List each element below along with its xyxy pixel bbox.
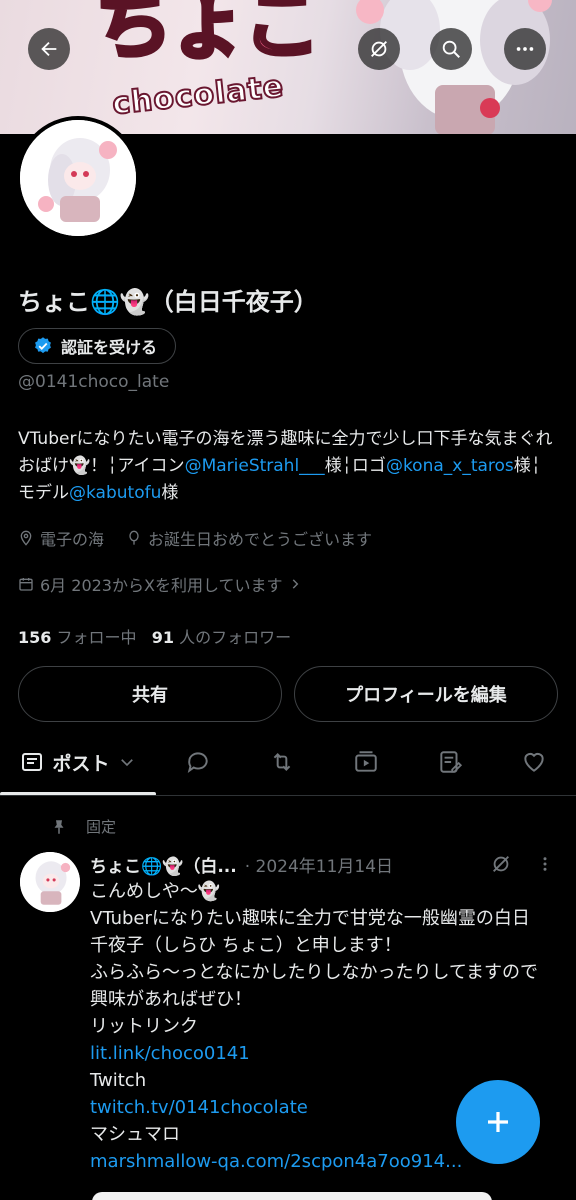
banner-logo-text: ちょこ (93, 0, 323, 70)
compose-post-button[interactable] (456, 1080, 540, 1164)
bottom-sheet-edge (92, 1192, 492, 1200)
post-line: こんめしや〜👻 (90, 881, 221, 902)
bio-mention-link[interactable]: @kabutofu (69, 483, 161, 503)
edit-profile-button[interactable]: プロフィールを編集 (294, 666, 558, 722)
post-more-icon[interactable] (536, 853, 554, 875)
share-label: 共有 (132, 685, 168, 706)
post-line: ふらふら〜っとなにかしたりしなかったりしてますので興味があればぜひ！ (90, 962, 539, 1010)
back-button[interactable] (28, 28, 70, 70)
more-options-button[interactable] (504, 28, 546, 70)
more-dots-icon (516, 47, 534, 51)
avatar-character-art (20, 852, 80, 912)
grok-icon (371, 41, 387, 57)
pinned-label: 固定 (86, 818, 117, 836)
profile-handle: @0141choco_late (18, 372, 170, 392)
article-edit-icon (440, 751, 463, 773)
profile-display-name: ちょこ🌐👻（白日千夜子） (18, 288, 318, 316)
followers-count[interactable]: 91 (152, 628, 174, 647)
profile-banner: ちょこ chocolate (0, 0, 576, 134)
profile-joined-row[interactable]: 6月 2023からXを利用しています (18, 572, 302, 596)
heart-icon (524, 752, 544, 772)
tab-reposts[interactable] (254, 734, 310, 790)
chevron-right-icon (293, 579, 299, 589)
following-count[interactable]: 156 (18, 628, 51, 647)
bio-mention-link[interactable]: @kona_x_taros (386, 456, 514, 476)
profile-bio: VTuberになりたい電子の海を漂う趣味に全力で少し口下手な気まぐれおばけ👻！╎… (18, 426, 558, 507)
grok-icon[interactable] (490, 853, 512, 875)
reply-bubble-icon (187, 752, 208, 774)
bio-mention-link[interactable]: @MarieStrahl___ (185, 456, 325, 476)
tab-replies[interactable] (170, 734, 226, 790)
tab-likes[interactable] (506, 734, 562, 790)
posts-tab-label: ポスト (52, 752, 110, 775)
tab-media[interactable] (338, 734, 394, 790)
post-date[interactable]: · 2024年11月14日 (245, 852, 393, 877)
post-link[interactable]: lit.link/choco0141 (90, 1040, 550, 1067)
search-icon (442, 40, 460, 58)
follow-counts: 156 フォロー中 91 人のフォロワー (18, 624, 291, 648)
get-verified-label: 認証を受ける (61, 338, 158, 357)
bio-text: 様 (161, 483, 179, 503)
post-line: VTuberになりたい趣味に全力で甘党な一般幽霊の白日 千夜子（しらひ ちょこ）… (90, 908, 530, 956)
post-line: リットリンク (90, 1016, 198, 1037)
profile-tabs: ポスト (0, 734, 576, 796)
edit-profile-label: プロフィールを編集 (345, 685, 507, 706)
verified-badge-icon (35, 337, 51, 354)
profile-location: 電子の海 (40, 530, 105, 549)
post-header: ちょこ🌐👻（白... · 2024年11月14日 (90, 850, 560, 878)
posts-tab-icon (22, 753, 43, 771)
pinned-indicator: 固定 (50, 816, 116, 837)
get-verified-button[interactable]: 認証を受ける (18, 328, 177, 364)
plus-icon (488, 1112, 508, 1132)
repost-icon (273, 753, 291, 771)
birthday-balloon-icon (129, 530, 139, 545)
search-button[interactable] (430, 28, 472, 70)
profile-avatar[interactable] (16, 116, 140, 240)
back-arrow-icon (41, 41, 57, 57)
share-button[interactable]: 共有 (18, 666, 282, 722)
video-media-icon (355, 751, 377, 772)
post-author-name[interactable]: ちょこ🌐👻（白... (90, 852, 237, 877)
profile-birthday: お誕生日おめでとうございます (148, 530, 373, 549)
calendar-icon (19, 578, 33, 591)
tabs-divider (0, 795, 576, 796)
profile-joined-date: 6月 2023からXを利用しています (40, 576, 283, 595)
grok-button[interactable] (358, 28, 400, 70)
post-author-avatar[interactable] (20, 852, 80, 912)
profile-meta-row: 電子の海 お誕生日おめでとうございます (18, 526, 372, 550)
banner-sub-text: chocolate (110, 68, 287, 123)
chevron-down-icon (120, 759, 133, 767)
bio-text: 様╎ロゴ (324, 456, 386, 476)
following-label[interactable]: フォロー中 (57, 628, 137, 647)
avatar-character-art (20, 120, 136, 236)
tab-articles[interactable] (422, 734, 478, 790)
location-pin-icon (20, 530, 32, 546)
pin-icon (54, 819, 64, 834)
tab-posts[interactable]: ポスト (0, 734, 156, 790)
followers-label[interactable]: 人のフォロワー (179, 628, 291, 647)
